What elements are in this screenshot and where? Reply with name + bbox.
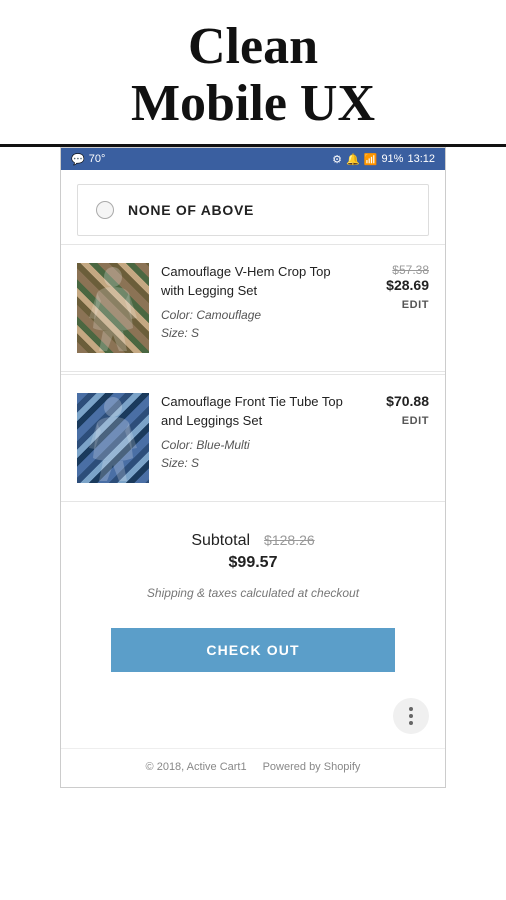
three-dots-icon — [409, 707, 413, 725]
more-options-button[interactable] — [393, 698, 429, 734]
status-bar: 💬 70° ⚙ 🔔 📶 91% 13:12 — [61, 148, 445, 170]
radio-button[interactable] — [96, 201, 114, 219]
cart-items-list: Camouflage V-Hem Crop Top with Legging S… — [61, 244, 445, 502]
item-color-1: Color: Camouflage — [161, 306, 355, 324]
battery-level: 91% — [381, 153, 403, 165]
page-footer: © 2018, Active Cart1 Powered by Shopify — [61, 748, 445, 787]
chat-icon: 💬 — [71, 153, 85, 166]
item-size-1: Size: S — [161, 324, 355, 342]
item-edit-button-2[interactable]: EDIT — [402, 415, 429, 427]
page-header: Clean Mobile UX — [0, 0, 506, 147]
page-title: Clean Mobile UX — [20, 18, 486, 132]
table-row: Camouflage Front Tie Tube Top and Leggin… — [61, 374, 445, 502]
product-figure-2 — [77, 393, 149, 483]
none-of-above-option[interactable]: NONE OF ABOVE — [77, 184, 429, 236]
item-color-2: Color: Blue-Multi — [161, 436, 355, 454]
subtotal-sale-row: $99.57 — [77, 554, 429, 572]
item-name-2: Camouflage Front Tie Tube Top and Leggin… — [161, 393, 355, 429]
subtotal-row: Subtotal $128.26 — [77, 532, 429, 550]
bluetooth-icon: ⚙ — [332, 153, 342, 166]
item-edit-button-1[interactable]: EDIT — [402, 299, 429, 311]
item-price-2: $70.88 — [386, 393, 429, 409]
item-pricing-1: $57.38 $28.69 EDIT — [361, 263, 429, 311]
product-image-1 — [77, 263, 149, 353]
subtotal-original-price: $128.26 — [264, 532, 315, 548]
copyright-text: © 2018, Active Cart1 — [146, 761, 247, 773]
more-button-row — [61, 692, 445, 748]
checkout-button-wrapper: CHECK OUT — [61, 628, 445, 692]
status-bar-left: 💬 70° — [71, 153, 105, 166]
subtotal-section: Subtotal $128.26 $99.57 Shipping & taxes… — [61, 504, 445, 628]
shipping-note: Shipping & taxes calculated at checkout — [77, 586, 429, 600]
checkout-button[interactable]: CHECK OUT — [111, 628, 395, 672]
item-info-2: Camouflage Front Tie Tube Top and Leggin… — [161, 393, 361, 471]
item-info-1: Camouflage V-Hem Crop Top with Legging S… — [161, 263, 361, 341]
phone-screen: 💬 70° ⚙ 🔔 📶 91% 13:12 NONE OF ABOVE — [60, 147, 446, 788]
product-image-2 — [77, 393, 149, 483]
clock: 13:12 — [407, 153, 435, 165]
none-of-above-label: NONE OF ABOVE — [128, 202, 254, 218]
powered-by-text: Powered by Shopify — [263, 761, 361, 773]
item-name-1: Camouflage V-Hem Crop Top with Legging S… — [161, 263, 355, 299]
temperature: 70° — [89, 153, 106, 165]
item-original-price-1: $57.38 — [392, 263, 429, 277]
subtotal-sale-price: $99.57 — [229, 554, 278, 571]
item-size-2: Size: S — [161, 454, 355, 472]
product-figure-1 — [77, 263, 149, 353]
subtotal-label: Subtotal — [191, 532, 250, 550]
item-sale-price-1: $28.69 — [386, 277, 429, 293]
item-pricing-2: $70.88 EDIT — [361, 393, 429, 427]
wifi-icon: 📶 — [364, 153, 378, 166]
table-row: Camouflage V-Hem Crop Top with Legging S… — [61, 244, 445, 372]
sound-icon: 🔔 — [346, 153, 360, 166]
status-bar-right: ⚙ 🔔 📶 91% 13:12 — [332, 153, 435, 166]
